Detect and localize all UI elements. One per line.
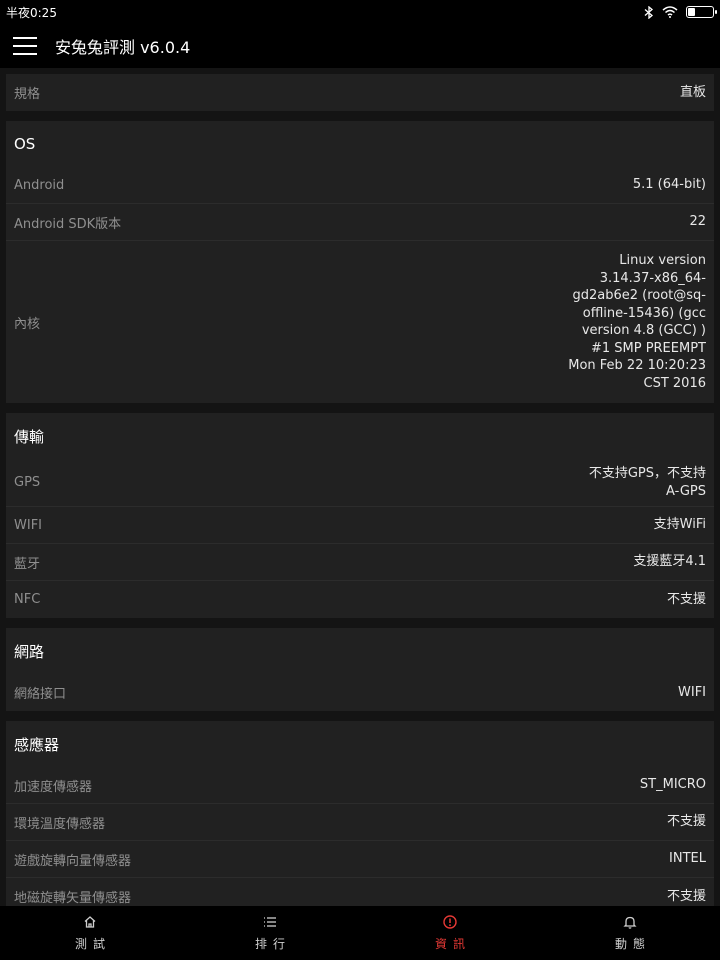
row-label: NFC [14, 592, 41, 607]
status-icons [644, 5, 717, 19]
nav-label: 資訊 [434, 937, 471, 951]
row-value: 22 [689, 214, 706, 230]
row-label: 藍牙 [14, 556, 41, 572]
nav-label: 動態 [614, 937, 651, 951]
battery-level [688, 8, 695, 16]
row-value: 支持WiFi [653, 517, 706, 533]
bottom-navigation: 測試 排行 資訊 動態 [0, 906, 720, 960]
menu-icon[interactable] [13, 36, 37, 56]
row-label: 加速度傳感器 [14, 779, 93, 795]
gps-row: GPS 不支持GPS，不支持 A-GPS [6, 459, 714, 507]
row-label: Android SDK版本 [14, 216, 122, 232]
game-rotation-sensor-row: 遊戲旋轉向量傳感器 INTEL [6, 841, 714, 878]
row-value: 不支援 [666, 591, 706, 607]
battery-icon [686, 6, 717, 18]
network-interface-row: 網絡接口 WIFI [6, 674, 714, 711]
sensors-card: 感應器 加速度傳感器 ST_MICRO 環境溫度傳感器 不支援 遊戲旋轉向量傳感… [6, 721, 714, 906]
nav-label: 排行 [254, 937, 291, 951]
section-title: 傳輸 [14, 427, 45, 446]
section-title: OS [14, 135, 36, 153]
row-value: Linux version 3.14.37-x86_64- gd2ab6e2 (… [568, 253, 706, 391]
row-value: 不支援 [666, 888, 706, 904]
row-value: 直板 [679, 84, 706, 100]
network-card: 網路 網絡接口 WIFI [6, 628, 714, 711]
row-label: Android [14, 177, 65, 193]
row-value: 5.1 (64-bit) [632, 177, 706, 193]
section-title: 網路 [14, 642, 45, 661]
nav-info[interactable]: 資訊 [360, 906, 540, 960]
row-value: ST_MICRO [639, 777, 706, 793]
android-row: Android 5.1 (64-bit) [6, 167, 714, 204]
transfer-card: 傳輸 GPS 不支持GPS，不支持 A-GPS WIFI 支持WiFi 藍牙 支… [6, 413, 714, 618]
spec-card: 規格 直板 [6, 74, 714, 111]
info-content[interactable]: 規格 直板 OS Android 5.1 (64-bit) Android SD… [0, 68, 720, 906]
geomagnetic-rotation-sensor-row: 地磁旋轉矢量傳感器 不支援 [6, 878, 714, 906]
info-alert-icon [443, 915, 457, 929]
sdk-row: Android SDK版本 22 [6, 204, 714, 241]
spec-row: 規格 直板 [6, 74, 714, 111]
nav-test[interactable]: 測試 [0, 906, 180, 960]
bluetooth-icon [644, 5, 654, 19]
wifi-icon [662, 6, 678, 18]
nav-rank[interactable]: 排行 [180, 906, 360, 960]
kernel-row: 內核 Linux version 3.14.37-x86_64- gd2ab6e… [6, 241, 714, 403]
row-label: 內核 [14, 316, 41, 332]
list-icon [264, 917, 276, 927]
row-label: 環境溫度傳感器 [14, 816, 106, 832]
home-icon [84, 916, 96, 928]
row-value: 不支援 [666, 814, 706, 830]
nav-label: 測試 [74, 937, 111, 951]
row-label: 規格 [14, 87, 41, 102]
row-value: 不支持GPS，不支持 A-GPS [588, 466, 706, 499]
status-time: 半夜0:25 [6, 5, 57, 20]
os-card: OS Android 5.1 (64-bit) Android SDK版本 22… [6, 121, 714, 403]
bell-icon [623, 916, 637, 929]
nav-news[interactable]: 動態 [540, 906, 720, 960]
row-value: WIFI [678, 684, 706, 700]
bluetooth-row: 藍牙 支援藍牙4.1 [6, 544, 714, 581]
app-title: 安兔兔評測 v6.0.4 [55, 38, 191, 57]
row-label: 網絡接口 [14, 687, 67, 702]
row-value: 支援藍牙4.1 [633, 554, 706, 570]
wifi-row: WIFI 支持WiFi [6, 507, 714, 544]
row-label: 地磁旋轉矢量傳感器 [14, 891, 132, 906]
row-label: 遊戲旋轉向量傳感器 [14, 853, 132, 869]
status-bar: 半夜0:25 [0, 0, 720, 24]
row-label: GPS [14, 475, 41, 490]
row-label: WIFI [14, 517, 42, 533]
row-value: INTEL [669, 851, 706, 867]
nfc-row: NFC 不支援 [6, 581, 714, 618]
accelerometer-row: 加速度傳感器 ST_MICRO [6, 767, 714, 804]
section-title: 感應器 [14, 735, 60, 754]
temperature-sensor-row: 環境溫度傳感器 不支援 [6, 804, 714, 841]
app-toolbar: 安兔兔評測 v6.0.4 [0, 24, 720, 68]
